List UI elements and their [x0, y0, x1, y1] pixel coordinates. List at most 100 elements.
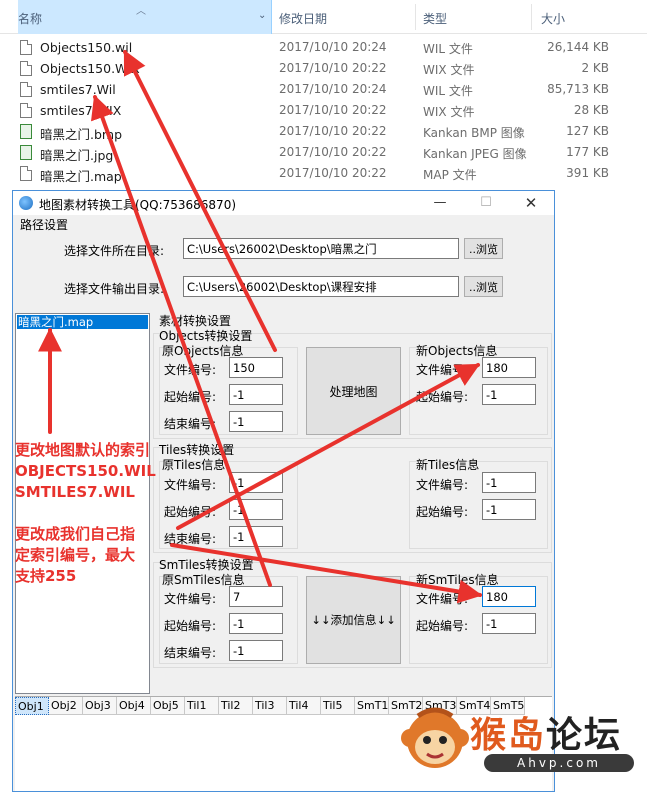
tab-smt1[interactable]: SmT1	[355, 697, 389, 715]
tiles-new-start-label: 起始编号:	[416, 505, 469, 519]
smtiles-file-no-label: 文件编号:	[164, 592, 217, 606]
file-row[interactable]: Objects150.WIX 2017/10/10 20:22 WIX 文件 2…	[0, 58, 647, 79]
file-row[interactable]: smtiles7.WIX 2017/10/10 20:22 WIX 文件 28 …	[0, 100, 647, 121]
tiles-original-title: 原Tiles信息	[162, 458, 226, 472]
tiles-file-no-input[interactable]	[229, 472, 283, 493]
tab-til3[interactable]: Til3	[253, 697, 287, 715]
tab-obj3[interactable]: Obj3	[83, 697, 117, 715]
source-dir-input[interactable]	[183, 238, 459, 259]
tiles-new-file-no-label: 文件编号:	[416, 478, 469, 492]
file-row[interactable]: 暗黑之门.bmp 2017/10/10 20:22 Kankan BMP 图像 …	[0, 121, 647, 142]
tab-obj2[interactable]: Obj2	[49, 697, 83, 715]
file-name: Objects150.wil	[40, 40, 133, 55]
file-icon	[20, 40, 32, 55]
objects-new-start-label: 起始编号:	[416, 390, 469, 404]
smtiles-new-start-input[interactable]	[482, 613, 536, 634]
tiles-start-label: 起始编号:	[164, 505, 217, 519]
file-name: 暗黑之门.bmp	[40, 127, 123, 142]
file-explorer: 名称 ︿ ⌄ 修改日期 类型 大小 Objects150.wil 2017/10…	[0, 0, 647, 190]
file-type: WIX 文件	[423, 63, 475, 77]
column-date[interactable]: 修改日期	[279, 10, 327, 27]
objects-new-file-no-input[interactable]	[482, 357, 536, 378]
smtiles-end-label: 结束编号:	[164, 646, 217, 660]
file-size: 2 KB	[581, 61, 609, 75]
tab-til4[interactable]: Til4	[287, 697, 321, 715]
watermark: 猴岛论坛 Ahvp.com	[400, 700, 640, 790]
output-dir-label: 选择文件输出目录:	[64, 282, 165, 296]
window-title: 地图素材转换工具(QQ:753686870)	[39, 198, 237, 212]
annotation-line: 定索引编号，最大	[15, 546, 136, 564]
file-size: 26,144 KB	[547, 40, 609, 54]
watermark-title-a: 猴岛	[470, 715, 547, 756]
file-row[interactable]: 暗黑之门.map 2017/10/10 20:22 MAP 文件 391 KB	[0, 163, 647, 184]
tiles-start-input[interactable]	[229, 499, 283, 520]
image-icon	[20, 124, 32, 139]
objects-new-start-input[interactable]	[482, 384, 536, 405]
annotation-line: 更改成我们自己指	[15, 525, 136, 543]
annotation-line	[15, 503, 156, 524]
objects-start-input[interactable]	[229, 384, 283, 405]
close-icon[interactable]: ✕	[508, 191, 554, 215]
annotation-line: SMTILES7.WIL	[15, 483, 135, 501]
source-dir-label: 选择文件所在目录:	[64, 244, 165, 258]
file-type: WIL 文件	[423, 84, 473, 98]
column-divider[interactable]	[415, 4, 416, 30]
file-type: WIX 文件	[423, 105, 475, 119]
tab-til2[interactable]: Til2	[219, 697, 253, 715]
browse-output-button[interactable]: ..浏览	[464, 276, 503, 297]
annotation-line: 支持255	[15, 567, 77, 585]
file-name: 暗黑之门.jpg	[40, 148, 114, 163]
browse-source-button[interactable]: ..浏览	[464, 238, 503, 259]
file-date: 2017/10/10 20:24	[279, 82, 387, 96]
file-name: Objects150.WIX	[40, 61, 140, 76]
column-size[interactable]: 大小	[541, 10, 565, 27]
file-row[interactable]: 暗黑之门.jpg 2017/10/10 20:22 Kankan JPEG 图像…	[0, 142, 647, 163]
file-size: 28 KB	[573, 103, 609, 117]
column-divider[interactable]	[531, 4, 532, 30]
file-icon	[20, 166, 32, 181]
objects-start-label: 起始编号:	[164, 390, 217, 404]
output-dir-input[interactable]	[183, 276, 459, 297]
objects-file-no-input[interactable]	[229, 357, 283, 378]
file-row[interactable]: Objects150.wil 2017/10/10 20:24 WIL 文件 2…	[0, 37, 647, 58]
file-date: 2017/10/10 20:24	[279, 40, 387, 54]
process-map-button[interactable]: 处理地图	[306, 347, 401, 435]
file-row[interactable]: smtiles7.Wil 2017/10/10 20:24 WIL 文件 85,…	[0, 79, 647, 100]
file-icon	[20, 82, 32, 97]
file-icon	[20, 103, 32, 118]
file-date: 2017/10/10 20:22	[279, 103, 387, 117]
objects-file-no-label: 文件编号:	[164, 363, 217, 377]
sort-ascending-icon: ︿	[136, 6, 146, 17]
tiles-new-start-input[interactable]	[482, 499, 536, 520]
smtiles-start-input[interactable]	[229, 613, 283, 634]
objects-end-input[interactable]	[229, 411, 283, 432]
tiles-new-file-no-input[interactable]	[482, 472, 536, 493]
file-size: 391 KB	[566, 166, 609, 180]
smtiles-end-input[interactable]	[229, 640, 283, 661]
watermark-title-b: 论坛	[546, 715, 623, 756]
objects-new-file-no-label: 文件编号:	[416, 363, 469, 377]
list-item[interactable]: 暗黑之门.map	[17, 315, 148, 329]
smtiles-file-no-input[interactable]	[229, 586, 283, 607]
chevron-down-icon[interactable]: ⌄	[258, 10, 266, 21]
tiles-file-no-label: 文件编号:	[164, 478, 217, 492]
column-header: 名称 ︿ ⌄ 修改日期 类型 大小	[0, 0, 647, 34]
file-name: smtiles7.Wil	[40, 82, 116, 97]
maximize-icon[interactable]: ☐	[463, 191, 509, 215]
column-type[interactable]: 类型	[423, 10, 447, 27]
smtiles-new-file-no-input[interactable]	[482, 586, 536, 607]
file-type: Kankan BMP 图像	[423, 126, 525, 140]
file-type: WIL 文件	[423, 42, 473, 56]
file-name: 暗黑之门.map	[40, 169, 122, 184]
tiles-new-title: 新Tiles信息	[416, 458, 480, 472]
add-info-button[interactable]: ↓↓添加信息↓↓	[306, 576, 401, 664]
title-bar[interactable]: 地图素材转换工具(QQ:753686870) — ☐ ✕	[13, 191, 554, 215]
tab-obj1[interactable]: Obj1	[15, 697, 49, 715]
tiles-end-input[interactable]	[229, 526, 283, 547]
objects-end-label: 结束编号:	[164, 417, 217, 431]
tab-til5[interactable]: Til5	[321, 697, 355, 715]
minimize-icon[interactable]: —	[417, 191, 463, 215]
tab-obj5[interactable]: Obj5	[151, 697, 185, 715]
tab-til1[interactable]: Til1	[185, 697, 219, 715]
tab-obj4[interactable]: Obj4	[117, 697, 151, 715]
